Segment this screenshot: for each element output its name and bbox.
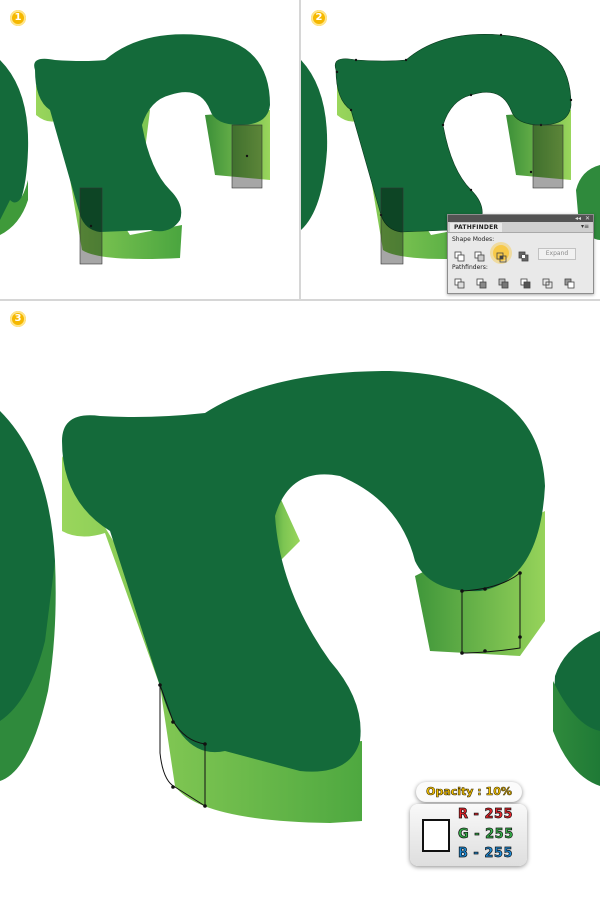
collapse-icon[interactable]: ◂◂: [575, 215, 581, 222]
step-panel-1: 1: [0, 0, 299, 299]
step-panel-3: 3 Opacity : 10% R - 255 G - 255 B - 255: [0, 301, 600, 900]
unite-icon: [454, 251, 465, 262]
blue-value: B - 255: [458, 846, 513, 862]
merge-icon: [498, 278, 509, 289]
color-info-card: R - 255 G - 255 B - 255: [410, 804, 527, 866]
minus-front-icon: [474, 251, 485, 262]
intersect-icon: [496, 252, 507, 263]
unite-button[interactable]: [454, 247, 465, 262]
pathfinder-panel: ◂◂ ✕ PATHFINDER ▾≡ Shape Modes: Expand P…: [447, 214, 594, 294]
step-panel-2: 2 ◂◂ ✕ PATHFINDER ▾≡ Shape Modes: Expand…: [301, 0, 600, 299]
crop-button[interactable]: [520, 274, 531, 289]
crop-icon: [520, 278, 531, 289]
trim-button[interactable]: [476, 274, 487, 289]
neighbor-letter-left: [301, 60, 328, 230]
letter-top-face: [62, 371, 545, 772]
green-value: G - 255: [458, 827, 514, 843]
divide-button[interactable]: [454, 274, 465, 289]
step-badge-1: 1: [10, 10, 26, 26]
minus-back-button[interactable]: [564, 274, 575, 289]
minus-back-icon: [564, 278, 575, 289]
red-value: R - 255: [458, 807, 514, 823]
pathfinder-tab-row: PATHFINDER ▾≡: [448, 222, 593, 233]
opacity-label: Opacity : 10%: [416, 782, 522, 802]
step-badge-3: 3: [10, 311, 26, 327]
exclude-icon: [518, 251, 529, 262]
outline-icon: [542, 278, 553, 289]
pathfinders-label: Pathfinders:: [452, 264, 488, 271]
outline-button[interactable]: [542, 274, 553, 289]
pathfinder-tab[interactable]: PATHFINDER: [450, 223, 503, 232]
step-badge-2: 2: [311, 10, 327, 26]
letter-r-illustration-1: [0, 34, 270, 265]
selection-rect-left: [380, 187, 404, 265]
divide-icon: [454, 278, 465, 289]
expand-button[interactable]: Expand: [538, 248, 576, 260]
minus-front-button[interactable]: [474, 247, 485, 262]
fill-color-swatch: [422, 819, 450, 852]
merge-button[interactable]: [498, 274, 509, 289]
selection-rect-right: [532, 124, 564, 189]
exclude-button[interactable]: [518, 247, 529, 262]
intersect-button[interactable]: [496, 248, 507, 263]
shape-modes-label: Shape Modes:: [452, 236, 495, 243]
trim-icon: [476, 278, 487, 289]
pathfinder-titlebar[interactable]: ◂◂ ✕: [448, 215, 593, 222]
close-icon[interactable]: ✕: [585, 215, 590, 222]
panel-menu-icon[interactable]: ▾≡: [581, 223, 589, 231]
